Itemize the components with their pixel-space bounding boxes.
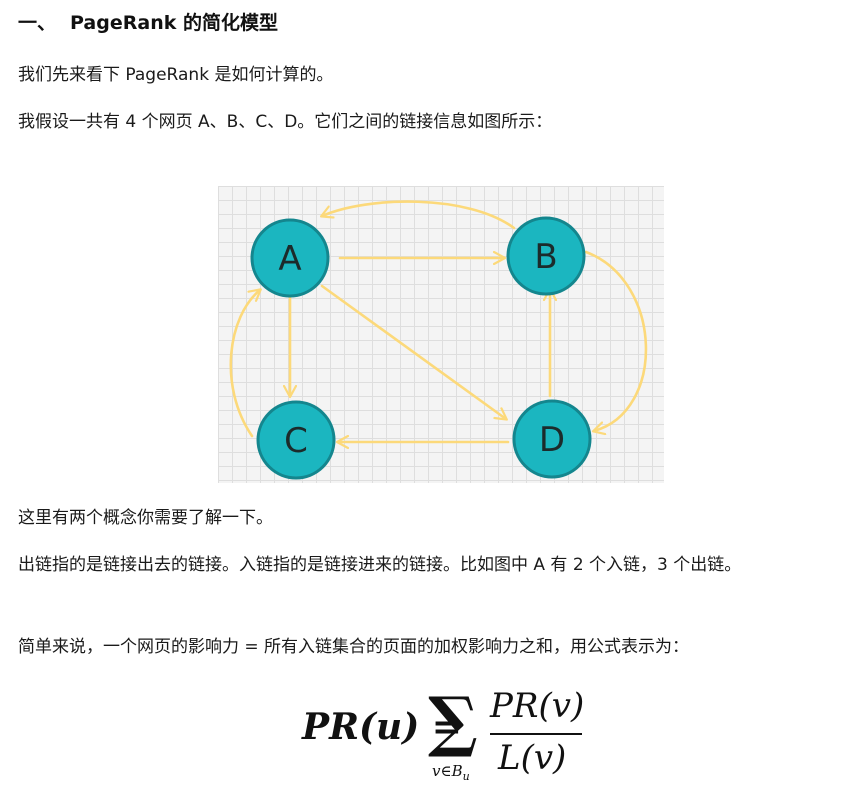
node-a: A bbox=[250, 218, 330, 298]
formula-denominator: L(v) bbox=[498, 738, 567, 778]
node-b-label: B bbox=[534, 237, 557, 277]
edge-b-to-a bbox=[322, 200, 516, 230]
fraction-bar bbox=[490, 733, 582, 735]
sum-subscript-index: u bbox=[462, 770, 470, 783]
link-graph: A B C D bbox=[229, 200, 648, 480]
section-heading: 一、 PageRank 的简化模型 bbox=[18, 8, 278, 35]
edge-b-to-d bbox=[584, 250, 648, 431]
pagerank-formula: PR(u) = ∑ v∈Bu PR(v) L(v) bbox=[300, 684, 600, 794]
node-c-label: C bbox=[284, 421, 308, 461]
node-c: C bbox=[256, 400, 336, 480]
section-number: 一、 bbox=[18, 12, 57, 34]
concepts-paragraph: 这里有两个概念你需要了解一下。 bbox=[18, 508, 273, 528]
section-title: PageRank 的简化模型 bbox=[70, 12, 278, 34]
edge-c-to-a bbox=[229, 290, 260, 438]
summary-paragraph: 简单来说，一个网页的影响力 = 所有入链集合的页面的加权影响力之和，用公式表示为… bbox=[18, 637, 690, 657]
links-paragraph: 出链指的是链接出去的链接。入链指的是链接进来的链接。比如图中 A 有 2 个入链… bbox=[18, 555, 742, 575]
assumption-paragraph: 我假设一共有 4 个网页 A、B、C、D。它们之间的链接信息如图所示： bbox=[18, 112, 553, 132]
sum-subscript-set: v∈B bbox=[432, 762, 463, 780]
sum-subscript: v∈Bu bbox=[432, 762, 470, 783]
formula-numerator: PR(v) bbox=[490, 686, 585, 726]
node-d: D bbox=[512, 399, 592, 479]
link-graph-figure: A B C D bbox=[218, 186, 664, 483]
edge-a-to-d bbox=[320, 284, 506, 419]
intro-paragraph: 我们先来看下 PageRank 是如何计算的。 bbox=[18, 65, 334, 85]
node-a-label: A bbox=[278, 239, 301, 279]
sum-symbol: ∑ bbox=[428, 682, 478, 760]
node-d-label: D bbox=[539, 420, 565, 460]
node-b: B bbox=[506, 216, 586, 296]
